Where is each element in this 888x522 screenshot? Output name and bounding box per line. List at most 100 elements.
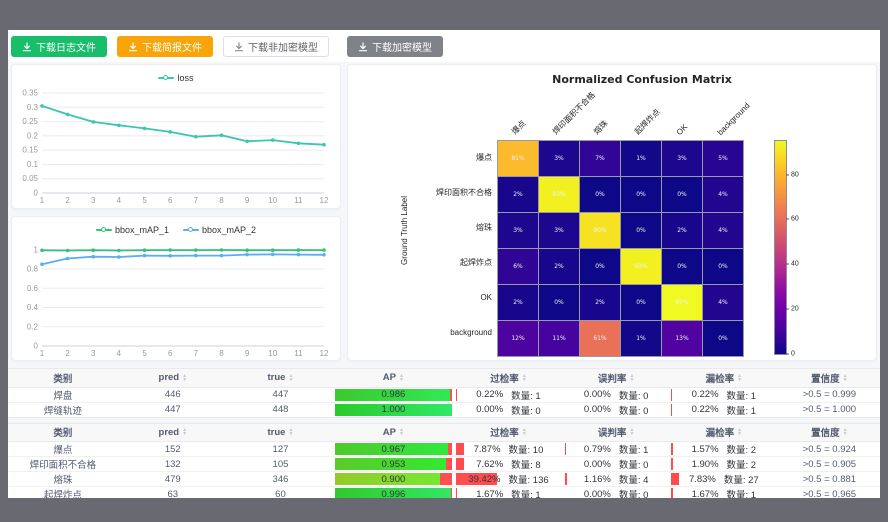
- misjudge-rate-cell: 0.79%数量: 1: [563, 442, 669, 457]
- legend-label: bbox_mAP_1: [115, 225, 169, 235]
- colorbar-tick: 40: [786, 261, 799, 268]
- window-frame: 下载日志文件 下载简报文件 下载非加密模型 下载加密模型 loss 00.050.…: [0, 0, 888, 522]
- cm-col-label: 起焊炸点: [632, 107, 662, 137]
- sort-icon[interactable]: ▲▼: [399, 374, 404, 382]
- svg-text:7: 7: [194, 349, 199, 358]
- svg-text:0: 0: [34, 342, 39, 351]
- table-row[interactable]: 爆点 152 127 0.967 7.87%数量: 10 0.79%数量: 1 …: [8, 442, 880, 457]
- cm-cell: 3%: [539, 141, 579, 176]
- ap-cell: 0.953: [333, 457, 453, 472]
- cm-col-label: 爆点: [509, 118, 528, 137]
- table-row[interactable]: 焊缝轨迹 447 448 1.000 0.00%数量: 0 0.00%数量: 0…: [8, 402, 880, 417]
- table-row[interactable]: 起焊炸点 63 60 0.996 1.67%数量: 1 0.00%数量: 0 1…: [8, 487, 880, 499]
- cm-cell: 0%: [703, 321, 743, 356]
- col-header-4[interactable]: 过检率▲▼: [454, 424, 564, 442]
- over-rate-cell: 1.67%数量: 1: [454, 487, 564, 499]
- col-header-5[interactable]: 误判率▲▼: [563, 424, 669, 442]
- cm-col-label: background: [716, 101, 752, 137]
- col-header-2[interactable]: true▲▼: [228, 424, 334, 442]
- col-header-4[interactable]: 过检率▲▼: [454, 369, 564, 387]
- download-button-2[interactable]: 下载非加密模型: [223, 36, 329, 57]
- col-header-3[interactable]: AP▲▼: [333, 424, 453, 442]
- cm-ylabel: Ground Truth Label: [397, 88, 411, 361]
- sort-icon[interactable]: ▲▼: [843, 428, 848, 436]
- download-button-0[interactable]: 下载日志文件: [11, 36, 107, 57]
- pred-cell: 132: [118, 457, 228, 472]
- cm-cell: 95%: [662, 285, 702, 320]
- legend-item-loss[interactable]: loss: [158, 73, 193, 83]
- cm-cell: 0%: [662, 177, 702, 212]
- true-cell: 105: [228, 457, 334, 472]
- col-header-3[interactable]: AP▲▼: [333, 369, 453, 387]
- cm-cell: 5%: [703, 141, 743, 176]
- cm-col-label: OK: [675, 122, 690, 137]
- legend-item-bbox_mAP_1[interactable]: bbox_mAP_1: [96, 225, 169, 235]
- svg-text:12: 12: [320, 349, 329, 358]
- colorbar-tick: 80: [786, 171, 799, 178]
- sort-icon[interactable]: ▲▼: [737, 374, 742, 382]
- sort-icon[interactable]: ▲▼: [629, 374, 634, 382]
- category-cell: 焊印面积不合格: [8, 457, 118, 472]
- cm-row-label: 焊印面积不合格: [411, 175, 497, 210]
- svg-text:2: 2: [65, 196, 70, 205]
- category-cell: 焊盘: [8, 387, 118, 402]
- col-header-7[interactable]: 置信度▲▼: [779, 369, 880, 387]
- col-header-1[interactable]: pred▲▼: [118, 369, 228, 387]
- sort-icon[interactable]: ▲▼: [522, 374, 527, 382]
- category-cell: 焊缝轨迹: [8, 402, 118, 417]
- col-header-7[interactable]: 置信度▲▼: [779, 424, 880, 442]
- colorbar-tick: 20: [786, 306, 799, 313]
- svg-text:2: 2: [65, 349, 70, 358]
- legend-item-bbox_mAP_2[interactable]: bbox_mAP_2: [183, 225, 256, 235]
- cm-cell: 6%: [498, 249, 538, 284]
- line-charts-column: loss 00.050.10.150.20.250.30.351234567891…: [11, 64, 341, 361]
- col-header-5[interactable]: 误判率▲▼: [563, 369, 669, 387]
- svg-text:0.35: 0.35: [22, 89, 38, 98]
- sort-icon[interactable]: ▲▼: [182, 428, 187, 436]
- misjudge-rate-cell: 0.00%数量: 0: [563, 457, 669, 472]
- bbox_map-plot: 00.20.40.60.81123456789101112: [16, 239, 336, 361]
- sort-icon[interactable]: ▲▼: [843, 374, 848, 382]
- confidence-cell: >0.5 = 0.965: [779, 487, 880, 499]
- svg-text:6: 6: [168, 349, 173, 358]
- cm-cell: 0%: [621, 285, 661, 320]
- pred-cell: 447: [118, 402, 228, 417]
- over-rate-cell: 39.42%数量: 136: [454, 472, 564, 487]
- sort-icon[interactable]: ▲▼: [288, 428, 293, 436]
- col-header-2[interactable]: true▲▼: [228, 369, 334, 387]
- table-row[interactable]: 焊印面积不合格 132 105 0.953 7.62%数量: 8 0.00%数量…: [8, 457, 880, 472]
- download-button-3[interactable]: 下载加密模型: [347, 36, 443, 57]
- ap-cell: 0.900: [333, 472, 453, 487]
- miss-rate-cell: 1.67%数量: 1: [669, 487, 779, 499]
- svg-text:9: 9: [245, 349, 250, 358]
- cm-cell: 0%: [662, 249, 702, 284]
- download-button-1[interactable]: 下载简报文件: [117, 36, 213, 57]
- table-row[interactable]: 焊盘 446 447 0.986 0.22%数量: 1 0.00%数量: 0 0…: [8, 387, 880, 402]
- sort-icon[interactable]: ▲▼: [399, 428, 404, 436]
- miss-rate-cell: 0.22%数量: 1: [669, 402, 779, 417]
- confidence-cell: >0.5 = 0.881: [779, 472, 880, 487]
- svg-text:7: 7: [194, 196, 199, 205]
- col-header-1[interactable]: pred▲▼: [118, 424, 228, 442]
- sort-icon[interactable]: ▲▼: [629, 428, 634, 436]
- col-header-6[interactable]: 漏检率▲▼: [669, 369, 779, 387]
- svg-text:1: 1: [40, 349, 45, 358]
- metrics-table-1: 类别pred▲▼true▲▼AP▲▼过检率▲▼误判率▲▼漏检率▲▼置信度▲▼ 爆…: [8, 423, 880, 499]
- svg-text:0.6: 0.6: [27, 284, 39, 293]
- metrics-table-0: 类别pred▲▼true▲▼AP▲▼过检率▲▼误判率▲▼漏检率▲▼置信度▲▼ 焊…: [8, 368, 880, 418]
- sort-icon[interactable]: ▲▼: [737, 428, 742, 436]
- bbox-map-chart-card: bbox_mAP_1bbox_mAP_200.20.40.60.81123456…: [11, 216, 341, 361]
- cm-cell: 12%: [498, 321, 538, 356]
- sort-icon[interactable]: ▲▼: [288, 374, 293, 382]
- sort-icon[interactable]: ▲▼: [182, 374, 187, 382]
- svg-text:0.15: 0.15: [22, 146, 38, 155]
- cm-cell: 0%: [580, 177, 620, 212]
- table-row[interactable]: 熔珠 479 346 0.900 39.42%数量: 136 1.16%数量: …: [8, 472, 880, 487]
- col-header-6[interactable]: 漏检率▲▼: [669, 424, 779, 442]
- button-label: 下载非加密模型: [248, 39, 318, 54]
- sort-icon[interactable]: ▲▼: [522, 428, 527, 436]
- pred-cell: 63: [118, 487, 228, 499]
- true-cell: 447: [228, 387, 334, 402]
- svg-text:11: 11: [294, 196, 303, 205]
- loss-plot: 00.050.10.150.20.250.30.3512345678910111…: [16, 87, 336, 208]
